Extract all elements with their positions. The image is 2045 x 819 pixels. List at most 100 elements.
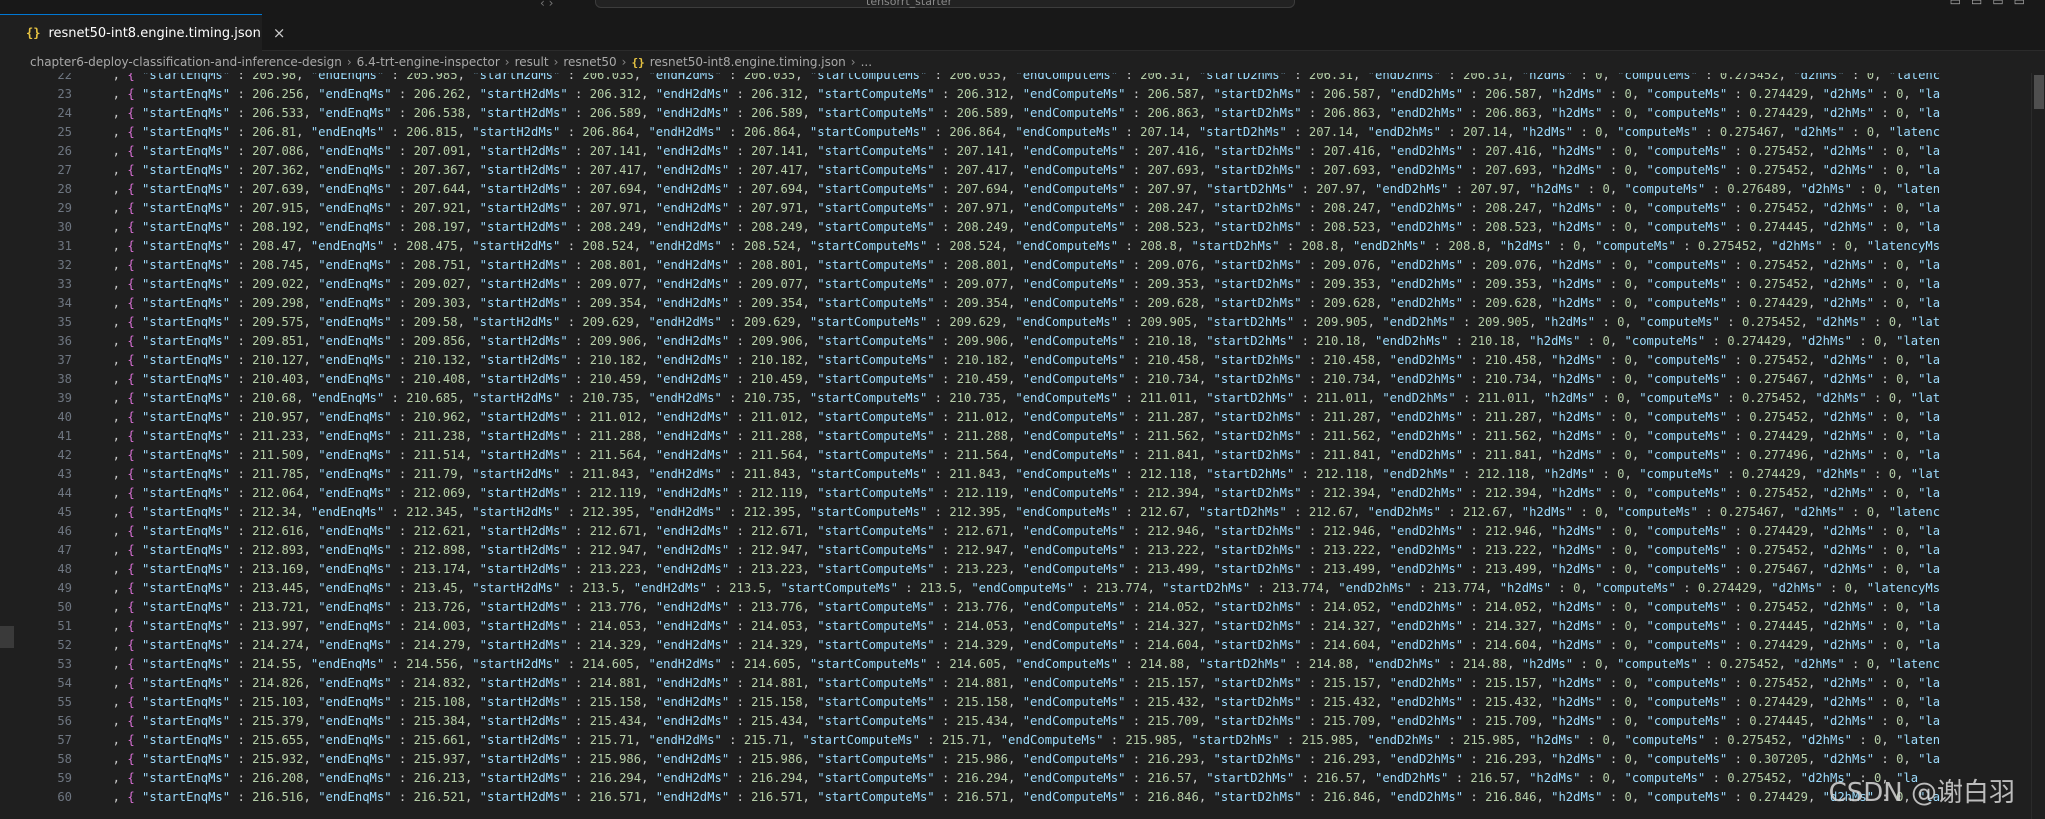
code-line[interactable]: , { "startEnqMs" : 210.403, "endEnqMs" :… (98, 370, 1940, 389)
code-line[interactable]: , { "startEnqMs" : 214.274, "endEnqMs" :… (98, 636, 1940, 655)
scrollbar-thumb[interactable] (2034, 75, 2044, 109)
code-line[interactable]: , { "startEnqMs" : 207.915, "endEnqMs" :… (98, 199, 1940, 218)
nav-arrows-icon[interactable]: ‹ › (540, 0, 553, 10)
watermark: CSDN @谢白羽 (1828, 778, 2015, 808)
line-number: 35 (57, 315, 72, 329)
code-line[interactable]: , { "startEnqMs" : 212.064, "endEnqMs" :… (98, 484, 1940, 503)
breadcrumb-file[interactable]: resnet50-int8.engine.timing.json (650, 55, 846, 69)
code-line[interactable]: , { "startEnqMs" : 213.445, "endEnqMs" :… (98, 579, 1940, 598)
line-number: 36 (57, 334, 72, 348)
code-line[interactable]: , { "startEnqMs" : 208.47, "endEnqMs" : … (98, 237, 1940, 256)
code-line[interactable]: , { "startEnqMs" : 211.509, "endEnqMs" :… (98, 446, 1940, 465)
line-number: 53 (57, 657, 72, 671)
code-line[interactable]: , { "startEnqMs" : 214.826, "endEnqMs" :… (98, 674, 1940, 693)
code-line[interactable]: , { "startEnqMs" : 215.932, "endEnqMs" :… (98, 750, 1940, 769)
command-center[interactable]: tensorrt_starter (595, 0, 1295, 8)
code-line[interactable]: , { "startEnqMs" : 210.957, "endEnqMs" :… (98, 408, 1940, 427)
code-line[interactable]: , { "startEnqMs" : 212.616, "endEnqMs" :… (98, 522, 1940, 541)
code-line[interactable]: , { "startEnqMs" : 210.68, "endEnqMs" : … (98, 389, 1940, 408)
chevron-right-icon: › (346, 55, 352, 69)
chevron-right-icon: › (621, 55, 627, 69)
code-line[interactable]: , { "startEnqMs" : 208.192, "endEnqMs" :… (98, 218, 1940, 237)
breadcrumb-item[interactable]: 6.4-trt-engine-inspector (357, 55, 500, 69)
line-number: 34 (57, 296, 72, 310)
line-number: 40 (57, 410, 72, 424)
chevron-right-icon: › (553, 55, 559, 69)
code-line[interactable]: , { "startEnqMs" : 213.169, "endEnqMs" :… (98, 560, 1940, 579)
code-area[interactable]: , { "startEnqMs" : 205.98, "endEnqMs" : … (98, 73, 2008, 819)
line-number: 41 (57, 429, 72, 443)
code-line[interactable]: , { "startEnqMs" : 213.997, "endEnqMs" :… (98, 617, 1940, 636)
code-line[interactable]: , { "startEnqMs" : 209.298, "endEnqMs" :… (98, 294, 1940, 313)
code-line[interactable]: , { "startEnqMs" : 211.233, "endEnqMs" :… (98, 427, 1940, 446)
code-line[interactable]: , { "startEnqMs" : 209.851, "endEnqMs" :… (98, 332, 1940, 351)
line-number: 46 (57, 524, 72, 538)
code-line[interactable]: , { "startEnqMs" : 206.81, "endEnqMs" : … (98, 123, 1940, 142)
code-line[interactable]: , { "startEnqMs" : 215.103, "endEnqMs" :… (98, 693, 1940, 712)
line-number: 60 (57, 790, 72, 804)
line-number: 48 (57, 562, 72, 576)
code-line[interactable]: , { "startEnqMs" : 212.34, "endEnqMs" : … (98, 503, 1940, 522)
code-line[interactable]: , { "startEnqMs" : 206.256, "endEnqMs" :… (98, 85, 1940, 104)
line-number: 59 (57, 771, 72, 785)
breadcrumb-item[interactable]: resnet50 (563, 55, 616, 69)
line-number: 29 (57, 201, 72, 215)
code-line[interactable]: , { "startEnqMs" : 215.379, "endEnqMs" :… (98, 712, 1940, 731)
line-number: 37 (57, 353, 72, 367)
line-number: 26 (57, 144, 72, 158)
code-line[interactable]: , { "startEnqMs" : 209.022, "endEnqMs" :… (98, 275, 1940, 294)
line-number: 51 (57, 619, 72, 633)
tab-timing-json[interactable]: {} resnet50-int8.engine.timing.json × (0, 14, 285, 51)
line-number: 28 (57, 182, 72, 196)
code-line[interactable]: , { "startEnqMs" : 212.893, "endEnqMs" :… (98, 541, 1940, 560)
breadcrumb-item[interactable]: result (515, 55, 549, 69)
breadcrumb-item[interactable]: chapter6-deploy-classification-and-infer… (30, 55, 342, 69)
line-number: 50 (57, 600, 72, 614)
line-number: 49 (57, 581, 72, 595)
code-line[interactable]: , { "startEnqMs" : 216.208, "endEnqMs" :… (98, 769, 1918, 788)
line-number: 55 (57, 695, 72, 709)
code-line[interactable]: , { "startEnqMs" : 206.533, "endEnqMs" :… (98, 104, 1940, 123)
code-line[interactable]: , { "startEnqMs" : 216.516, "endEnqMs" :… (98, 788, 1940, 807)
line-number: 24 (57, 106, 72, 120)
line-number: 42 (57, 448, 72, 462)
command-center-text: tensorrt_starter (866, 0, 953, 8)
line-number: 33 (57, 277, 72, 291)
code-line[interactable]: , { "startEnqMs" : 205.98, "endEnqMs" : … (98, 73, 1940, 85)
line-number: 31 (57, 239, 72, 253)
close-icon[interactable]: × (273, 24, 286, 42)
code-line[interactable]: , { "startEnqMs" : 215.655, "endEnqMs" :… (98, 731, 1940, 750)
title-bar: ‹ › tensorrt_starter ▭▭▭▭ (0, 0, 2045, 14)
code-line[interactable]: , { "startEnqMs" : 213.721, "endEnqMs" :… (98, 598, 1940, 617)
code-line[interactable]: , { "startEnqMs" : 209.575, "endEnqMs" :… (98, 313, 1940, 332)
chevron-right-icon: › (850, 55, 856, 69)
line-number: 43 (57, 467, 72, 481)
vertical-scrollbar[interactable] (2031, 73, 2045, 819)
code-line[interactable]: , { "startEnqMs" : 214.55, "endEnqMs" : … (98, 655, 1940, 674)
breadcrumb: chapter6-deploy-classification-and-infer… (0, 51, 2045, 73)
line-number: 38 (57, 372, 72, 386)
line-number: 30 (57, 220, 72, 234)
line-number: 56 (57, 714, 72, 728)
line-number: 32 (57, 258, 72, 272)
line-number: 47 (57, 543, 72, 557)
json-file-icon: {} (26, 26, 41, 40)
code-line[interactable]: , { "startEnqMs" : 208.745, "endEnqMs" :… (98, 256, 1940, 275)
code-line[interactable]: , { "startEnqMs" : 211.785, "endEnqMs" :… (98, 465, 1940, 484)
line-number: 25 (57, 125, 72, 139)
chevron-right-icon: › (504, 55, 510, 69)
line-number: 58 (57, 752, 72, 766)
breadcrumb-symbol[interactable]: ... (861, 55, 872, 69)
tab-label: resnet50-int8.engine.timing.json (48, 25, 261, 41)
line-number: 52 (57, 638, 72, 652)
line-number: 22 (57, 73, 72, 82)
line-number: 45 (57, 505, 72, 519)
code-line[interactable]: , { "startEnqMs" : 207.086, "endEnqMs" :… (98, 142, 1940, 161)
code-line[interactable]: , { "startEnqMs" : 207.362, "endEnqMs" :… (98, 161, 1940, 180)
code-editor[interactable]: 22 23 24 25 26 27 28 29 30 31 32 33 34 35 36 37 38 39 40 41… (0, 73, 2045, 819)
line-number: 23 (57, 87, 72, 101)
code-line[interactable]: , { "startEnqMs" : 210.127, "endEnqMs" :… (98, 351, 1940, 370)
code-line[interactable]: , { "startEnqMs" : 207.639, "endEnqMs" :… (98, 180, 1940, 199)
layout-controls-icon[interactable]: ▭▭▭▭ (1950, 0, 2035, 8)
json-file-icon: {} (631, 55, 645, 69)
